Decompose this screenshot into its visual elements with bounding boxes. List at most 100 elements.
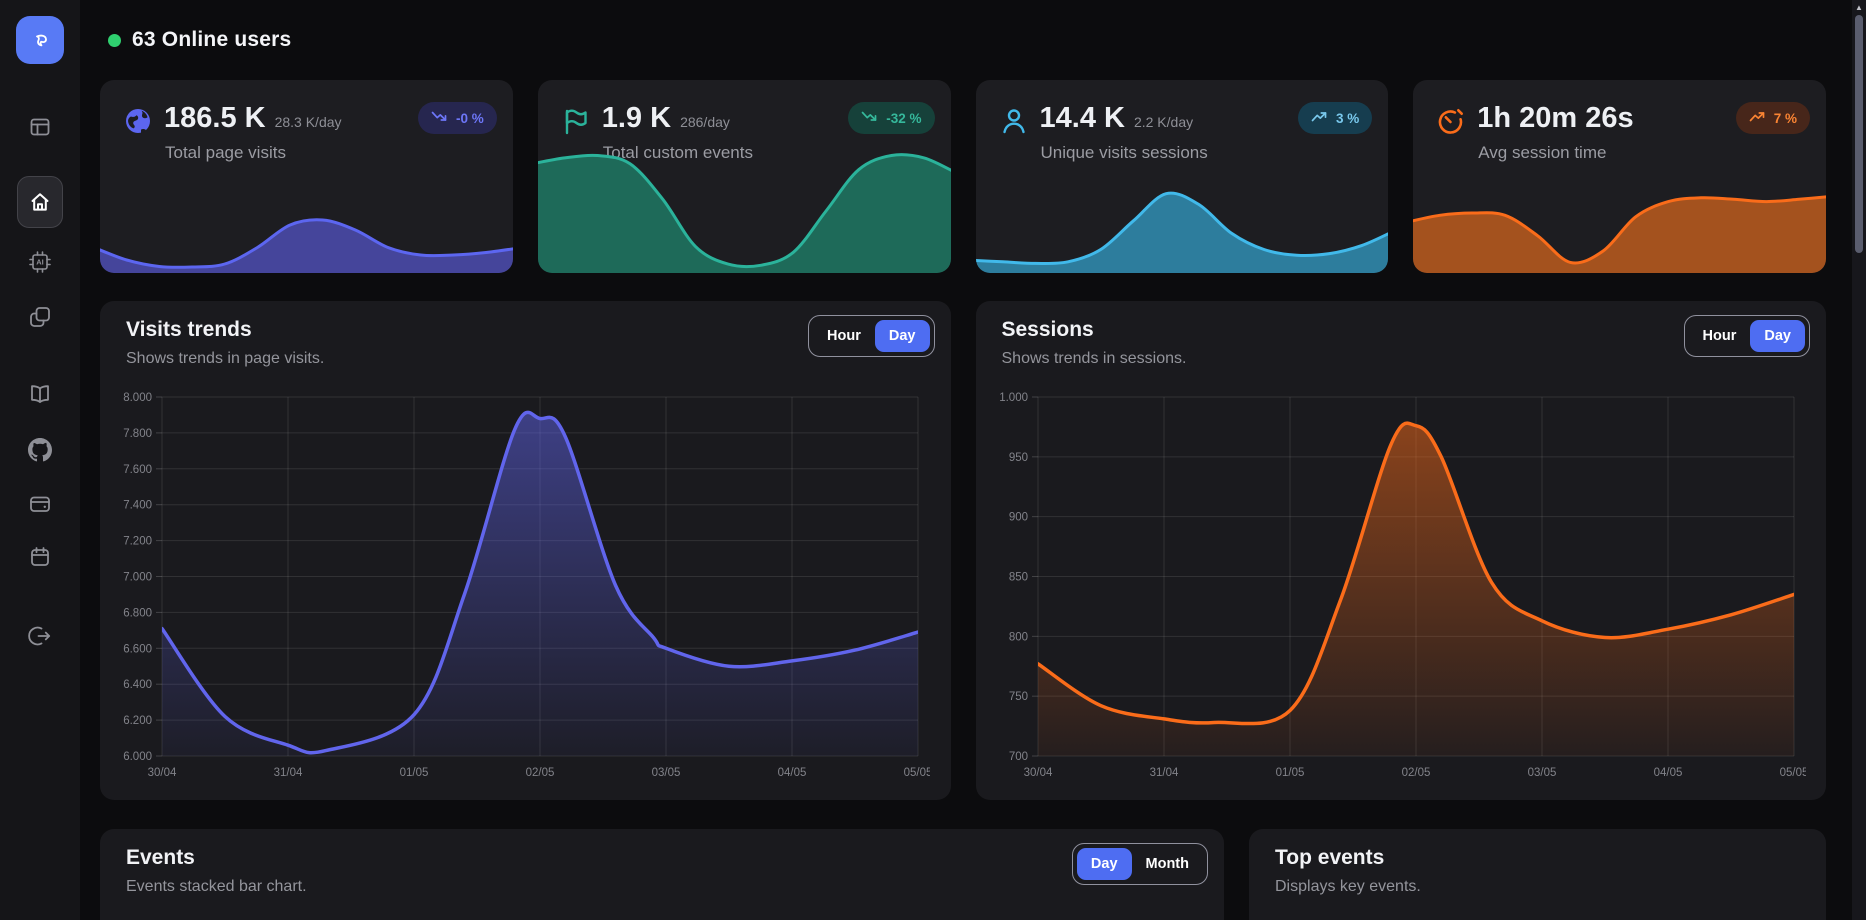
charts-row: Visits trends Shows trends in page visit… bbox=[100, 301, 1826, 800]
svg-text:03/05: 03/05 bbox=[652, 767, 681, 779]
toggle-day-button[interactable]: Day bbox=[1750, 320, 1805, 352]
scrollbar-thumb[interactable] bbox=[1855, 15, 1863, 253]
svg-text:02/05: 02/05 bbox=[1401, 767, 1430, 779]
svg-text:950: 950 bbox=[1008, 452, 1027, 464]
sidebar-item-docs[interactable] bbox=[24, 378, 56, 410]
top-events-card: Top events Displays key events. bbox=[1249, 829, 1826, 920]
trend-down-icon bbox=[861, 110, 878, 126]
sessions-title: Sessions bbox=[1002, 318, 1094, 342]
svg-text:03/05: 03/05 bbox=[1527, 767, 1556, 779]
top-events-subtitle: Displays key events. bbox=[1275, 878, 1421, 896]
main-content: 63 Online users 186.5 K 28.3 K/day Total … bbox=[80, 0, 1852, 920]
events-card: Events Events stacked bar chart. Day Mon… bbox=[100, 829, 1224, 920]
visits-trends-chart[interactable]: 8.0007.8007.6007.4007.2007.0006.8006.600… bbox=[102, 387, 930, 782]
book-icon bbox=[28, 382, 52, 406]
sessions-card: Sessions Shows trends in sessions. Hour … bbox=[976, 301, 1827, 800]
trend-badge: -32 % bbox=[848, 102, 934, 134]
svg-text:7.600: 7.600 bbox=[123, 464, 152, 476]
svg-text:6.400: 6.400 bbox=[123, 679, 152, 691]
svg-text:850: 850 bbox=[1008, 572, 1027, 584]
sidebar-item-home[interactable] bbox=[17, 176, 63, 228]
svg-text:04/05: 04/05 bbox=[778, 767, 807, 779]
svg-text:900: 900 bbox=[1008, 512, 1027, 524]
top-events-title: Top events bbox=[1275, 846, 1384, 870]
sidebar-item-pages[interactable] bbox=[24, 301, 56, 333]
svg-text:6.200: 6.200 bbox=[123, 715, 152, 727]
timer-icon bbox=[1435, 105, 1467, 137]
sidebar-item-github[interactable] bbox=[24, 434, 56, 466]
toggle-day-button[interactable]: Day bbox=[1077, 848, 1132, 880]
sparkline-chart bbox=[100, 216, 513, 273]
svg-text:7.200: 7.200 bbox=[123, 536, 152, 548]
trend-up-icon bbox=[1749, 110, 1766, 126]
sidebar-item-logout[interactable] bbox=[24, 620, 56, 652]
trend-down-icon bbox=[431, 110, 448, 126]
sparkline-chart bbox=[1413, 190, 1826, 273]
sessions-chart[interactable]: 1.00095090085080075070030/0431/0401/0502… bbox=[978, 387, 1806, 782]
svg-text:1.000: 1.000 bbox=[999, 392, 1028, 404]
ai-chip-icon: AI bbox=[28, 250, 52, 274]
svg-text:01/05: 01/05 bbox=[1275, 767, 1304, 779]
sidebar: AI bbox=[0, 0, 80, 920]
svg-text:AI: AI bbox=[36, 258, 44, 267]
stat-label: Unique visits sessions bbox=[1041, 143, 1208, 163]
stat-rate: 28.3 K/day bbox=[275, 114, 342, 130]
svg-text:750: 750 bbox=[1008, 691, 1027, 703]
toggle-month-button[interactable]: Month bbox=[1132, 848, 1203, 880]
svg-text:8.000: 8.000 bbox=[123, 392, 152, 404]
stat-rate: 286/day bbox=[680, 114, 730, 130]
stat-value: 1h 20m 26s bbox=[1477, 102, 1633, 135]
hour-day-toggle: Hour Day bbox=[808, 315, 934, 357]
visits-trends-card: Visits trends Shows trends in page visit… bbox=[100, 301, 951, 800]
globe-icon bbox=[122, 105, 154, 137]
stat-cards-row: 186.5 K 28.3 K/day Total page visits -0 %… bbox=[100, 80, 1826, 273]
logo-curve-icon bbox=[26, 24, 54, 57]
trend-badge: -0 % bbox=[418, 102, 497, 134]
user-icon bbox=[998, 105, 1030, 137]
sessions-subtitle: Shows trends in sessions. bbox=[1002, 350, 1187, 368]
svg-text:700: 700 bbox=[1008, 751, 1027, 763]
stat-value: 186.5 K bbox=[164, 102, 266, 135]
events-title: Events bbox=[126, 846, 195, 870]
logout-icon bbox=[28, 624, 52, 648]
stat-card-total-page-visits: 186.5 K 28.3 K/day Total page visits -0 % bbox=[100, 80, 513, 273]
svg-text:7.800: 7.800 bbox=[123, 428, 152, 440]
sidebar-item-ai[interactable]: AI bbox=[24, 246, 56, 278]
events-subtitle: Events stacked bar chart. bbox=[126, 878, 307, 896]
stat-value: 1.9 K bbox=[602, 102, 671, 135]
sidebar-item-calendar[interactable] bbox=[24, 541, 56, 573]
wallet-icon bbox=[28, 492, 52, 516]
svg-text:6.600: 6.600 bbox=[123, 643, 152, 655]
svg-text:02/05: 02/05 bbox=[526, 767, 555, 779]
svg-text:30/04: 30/04 bbox=[148, 767, 177, 779]
svg-text:30/04: 30/04 bbox=[1023, 767, 1052, 779]
home-icon bbox=[28, 190, 52, 214]
github-icon bbox=[28, 438, 52, 462]
visits-trends-title: Visits trends bbox=[126, 318, 252, 342]
svg-text:7.400: 7.400 bbox=[123, 500, 152, 512]
svg-text:31/04: 31/04 bbox=[274, 767, 303, 779]
scrollbar-track[interactable]: ▲ bbox=[1852, 0, 1866, 920]
trend-up-icon bbox=[1311, 110, 1328, 126]
online-status-dot bbox=[108, 34, 121, 47]
scrollbar-up-arrow[interactable]: ▲ bbox=[1852, 3, 1866, 12]
stat-label: Total page visits bbox=[165, 143, 286, 163]
svg-text:05/05: 05/05 bbox=[904, 767, 930, 779]
copy-icon bbox=[28, 305, 52, 329]
panels-icon bbox=[28, 115, 52, 139]
svg-text:6.800: 6.800 bbox=[123, 607, 152, 619]
sparkline-chart bbox=[976, 184, 1389, 273]
toggle-day-button[interactable]: Day bbox=[875, 320, 930, 352]
calendar-icon bbox=[28, 545, 52, 569]
svg-text:01/05: 01/05 bbox=[400, 767, 429, 779]
svg-text:05/05: 05/05 bbox=[1779, 767, 1805, 779]
app-logo[interactable] bbox=[16, 16, 64, 64]
toggle-hour-button[interactable]: Hour bbox=[813, 320, 875, 352]
stat-card-avg-session-time: 1h 20m 26s Avg session time 7 % bbox=[1413, 80, 1826, 273]
stat-label: Avg session time bbox=[1478, 143, 1606, 163]
toggle-hour-button[interactable]: Hour bbox=[1689, 320, 1751, 352]
online-users-header: 63 Online users bbox=[108, 28, 291, 52]
sidebar-item-panels[interactable] bbox=[24, 111, 56, 143]
sidebar-item-wallet[interactable] bbox=[24, 488, 56, 520]
trend-badge: 3 % bbox=[1298, 102, 1372, 134]
